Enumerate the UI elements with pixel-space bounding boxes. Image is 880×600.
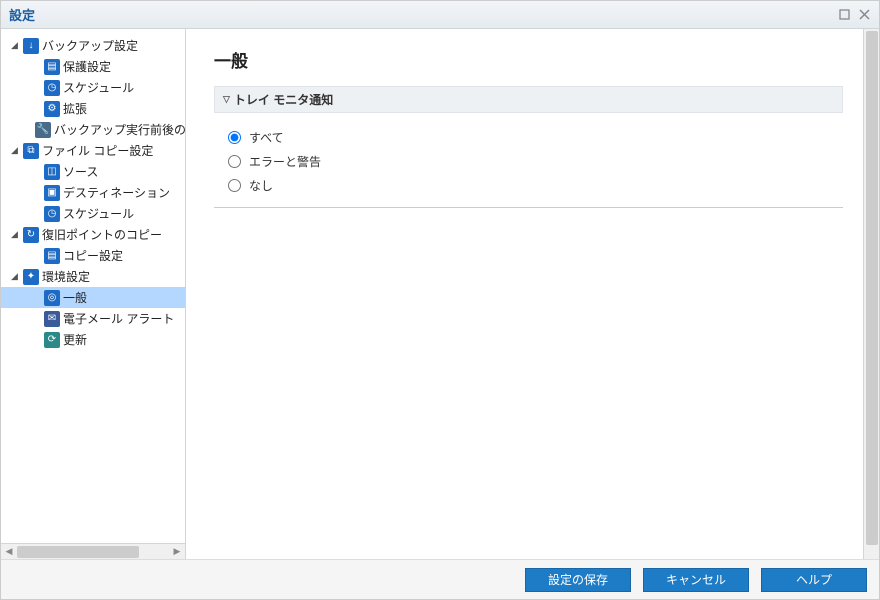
tree-group-preferences[interactable]: ◢ ✦ 環境設定 (1, 266, 185, 287)
clock-icon: ◷ (44, 206, 60, 222)
body-area: ◢ ↓ バックアップ設定 ▤ 保護設定 ◷ スケジュール ⚙ 拡張 (1, 29, 879, 559)
tree-item-updates[interactable]: ⟳ 更新 (1, 329, 185, 350)
tree-label: スケジュール (63, 205, 134, 222)
tree-group-filecopy[interactable]: ◢ ⧉ ファイル コピー設定 (1, 140, 185, 161)
scroll-left-icon[interactable]: ◀ (1, 545, 17, 559)
chevron-down-icon: ◢ (10, 230, 19, 239)
clock-icon: ◷ (44, 80, 60, 96)
tree-item-protection[interactable]: ▤ 保護設定 (1, 56, 185, 77)
disk-icon: ▤ (44, 248, 60, 264)
settings-window: 設定 ◢ ↓ バックアップ設定 ▤ 保護設定 (0, 0, 880, 600)
source-icon: ◫ (44, 164, 60, 180)
window-title: 設定 (9, 5, 837, 24)
tree-item-schedule[interactable]: ◷ スケジュール (1, 77, 185, 98)
radio-option-none[interactable]: なし (228, 173, 843, 197)
disk-icon: ▤ (44, 59, 60, 75)
tree-item-prepost[interactable]: 🔧 バックアップ実行前後の (1, 119, 185, 140)
tray-notification-group: すべて エラーと警告 なし (228, 125, 843, 197)
tree-label: スケジュール (63, 79, 134, 96)
scroll-thumb[interactable] (17, 546, 139, 558)
chevron-down-icon: ▽ (223, 94, 230, 105)
refresh-icon: ⟳ (44, 332, 60, 348)
mail-icon: ✉ (44, 311, 60, 327)
tree-label: コピー設定 (63, 247, 123, 264)
tree-label: 環境設定 (42, 268, 90, 285)
tree-item-copysettings[interactable]: ▤ コピー設定 (1, 245, 185, 266)
tree-group-backup[interactable]: ◢ ↓ バックアップ設定 (1, 35, 185, 56)
section-header-tray[interactable]: ▽ トレイ モニタ通知 (214, 86, 843, 113)
chevron-down-icon: ◢ (10, 272, 19, 281)
tree-item-general[interactable]: ◎ 一般 (1, 287, 185, 308)
tree-label: 復旧ポイントのコピー (42, 226, 162, 243)
tree-label: 一般 (63, 289, 87, 306)
radio-option-all[interactable]: すべて (228, 125, 843, 149)
sidebar: ◢ ↓ バックアップ設定 ▤ 保護設定 ◷ スケジュール ⚙ 拡張 (1, 29, 186, 559)
tree-label: 拡張 (63, 100, 87, 117)
chevron-down-icon: ◢ (10, 41, 19, 50)
content-area: 一般 ▽ トレイ モニタ通知 すべて エラーと警告 (186, 29, 879, 559)
restore-icon: ↻ (23, 227, 39, 243)
radio-label: すべて (249, 129, 284, 146)
close-icon[interactable] (857, 8, 871, 22)
content-v-scrollbar[interactable] (863, 29, 879, 559)
tree-label: ファイル コピー設定 (42, 142, 153, 159)
tree-label: バックアップ実行前後の (54, 121, 185, 138)
chevron-down-icon: ◢ (10, 146, 19, 155)
wrench-icon: 🔧 (35, 122, 51, 138)
globe-icon: ◎ (44, 290, 60, 306)
save-button[interactable]: 設定の保存 (525, 568, 631, 592)
target-icon: ▣ (44, 185, 60, 201)
scroll-right-icon[interactable]: ▶ (169, 545, 185, 559)
env-icon: ✦ (23, 269, 39, 285)
nav-tree: ◢ ↓ バックアップ設定 ▤ 保護設定 ◷ スケジュール ⚙ 拡張 (1, 29, 185, 543)
radio-input[interactable] (228, 131, 241, 144)
tree-item-fc-schedule[interactable]: ◷ スケジュール (1, 203, 185, 224)
help-button[interactable]: ヘルプ (761, 568, 867, 592)
tree-label: バックアップ設定 (42, 37, 138, 54)
tree-item-advanced[interactable]: ⚙ 拡張 (1, 98, 185, 119)
section-divider (214, 207, 843, 208)
cancel-button[interactable]: キャンセル (643, 568, 749, 592)
tree-item-emailalerts[interactable]: ✉ 電子メール アラート (1, 308, 185, 329)
tree-label: 電子メール アラート (63, 310, 174, 327)
scroll-thumb[interactable] (866, 31, 878, 545)
scroll-track[interactable] (17, 545, 169, 559)
copy-icon: ⧉ (23, 143, 39, 159)
radio-input[interactable] (228, 155, 241, 168)
radio-option-errors[interactable]: エラーと警告 (228, 149, 843, 173)
window-controls (837, 8, 871, 22)
radio-label: エラーと警告 (249, 153, 321, 170)
maximize-icon[interactable] (837, 8, 851, 22)
tree-label: ソース (63, 163, 98, 180)
tree-item-source[interactable]: ◫ ソース (1, 161, 185, 182)
tree-group-recovery[interactable]: ◢ ↻ 復旧ポイントのコピー (1, 224, 185, 245)
content-inner: 一般 ▽ トレイ モニタ通知 すべて エラーと警告 (186, 29, 863, 559)
tree-label: 更新 (63, 331, 87, 348)
tree-item-destination[interactable]: ▣ デスティネーション (1, 182, 185, 203)
radio-input[interactable] (228, 179, 241, 192)
page-title: 一般 (214, 47, 843, 72)
footer: 設定の保存 キャンセル ヘルプ (1, 559, 879, 599)
sidebar-h-scrollbar[interactable]: ◀ ▶ (1, 543, 185, 559)
radio-label: なし (249, 177, 273, 194)
tree-label: デスティネーション (63, 184, 170, 201)
titlebar: 設定 (1, 1, 879, 29)
download-icon: ↓ (23, 38, 39, 54)
section-title: トレイ モニタ通知 (234, 91, 333, 108)
gear-icon: ⚙ (44, 101, 60, 117)
tree-label: 保護設定 (63, 58, 111, 75)
